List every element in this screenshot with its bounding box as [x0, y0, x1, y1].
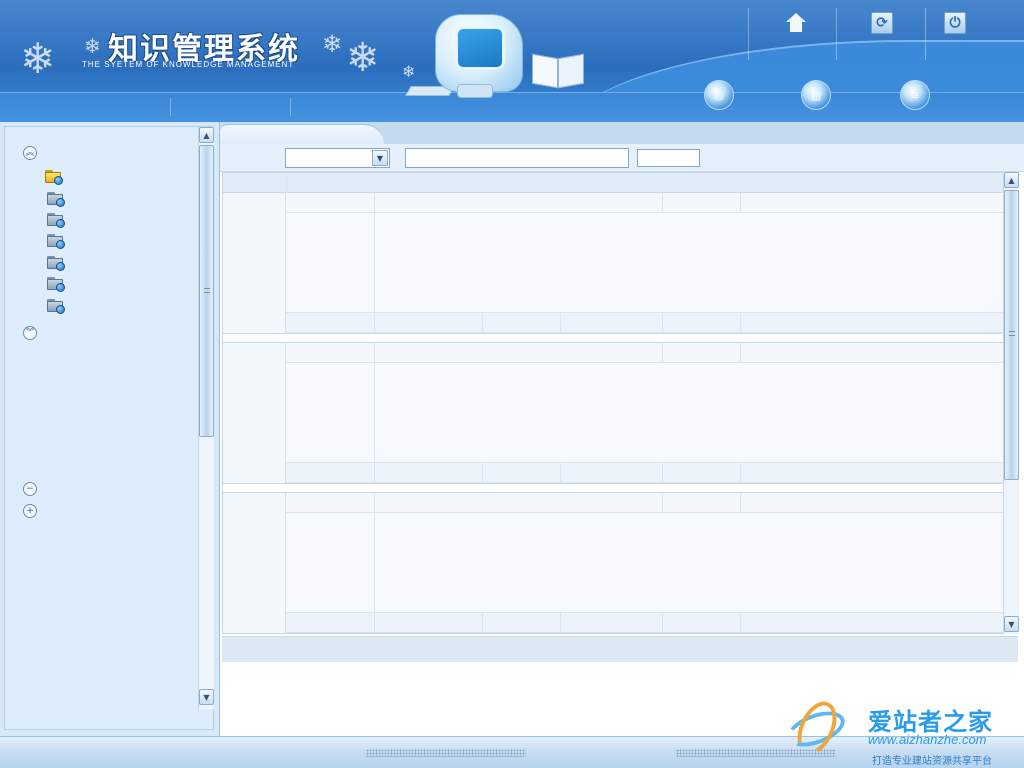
snowflake-icon: ❄: [20, 34, 56, 83]
record-footer-row: [286, 313, 1003, 333]
snowflake-icon: ❄: [402, 62, 416, 81]
tab-active[interactable]: [220, 124, 384, 144]
scroll-down-icon[interactable]: ▼: [1004, 616, 1019, 632]
footer-grip: [366, 749, 526, 757]
watermark-slogan: 打造专业建站资源共享平台: [872, 756, 992, 767]
snowflake-icon: ❄: [84, 34, 101, 58]
record-body: [286, 213, 1003, 313]
plus-icon[interactable]: +: [23, 504, 37, 518]
scroll-thumb[interactable]: [199, 145, 214, 437]
scroll-thumb[interactable]: [1004, 190, 1019, 480]
icon-divider: [925, 8, 926, 60]
scroll-up-icon[interactable]: ▲: [1004, 172, 1019, 188]
list-item: [223, 193, 1003, 333]
folder-icon[interactable]: [47, 233, 65, 249]
content-scrollbar[interactable]: ▲ ▼: [1003, 172, 1019, 634]
chevron-down-icon[interactable]: ▼: [372, 150, 388, 166]
header: ❄ ❄ ❄ ❄ ❄ 知识管理系统 THE SYETEM OF KNOWLEDGE…: [0, 0, 1024, 122]
tab-strip: [220, 122, 1024, 144]
sidebar-tree: ︽ ︾ − +: [4, 126, 214, 730]
record-header-row: [286, 493, 1003, 513]
scroll-down-icon[interactable]: ▼: [199, 689, 214, 705]
nav-divider: [290, 98, 291, 116]
record-body: [286, 513, 1003, 613]
record-separator: [223, 483, 1003, 493]
pager-bar: [222, 636, 1018, 662]
monitor-illustration: [425, 12, 525, 100]
double-chevron-down-icon[interactable]: ︾: [23, 326, 37, 340]
icon-divider: [748, 8, 749, 60]
watermark: 爱站者之家 www.aizhanzhe.com 打造专业建站资源共享平台: [782, 695, 1024, 768]
category-select[interactable]: ▼: [285, 148, 390, 168]
record-list: [222, 172, 1004, 634]
folder-icon[interactable]: [47, 255, 65, 271]
search-input[interactable]: [405, 148, 629, 168]
logout-icon[interactable]: ⏻: [944, 12, 966, 34]
refresh-icon[interactable]: ⟳: [871, 12, 893, 34]
main-content: ▼ ▲ ▼: [220, 122, 1024, 736]
folder-icon[interactable]: [47, 298, 65, 314]
snowflake-icon: ❄: [322, 30, 343, 58]
list-item: [223, 493, 1003, 633]
double-chevron-up-icon[interactable]: ︽: [23, 146, 37, 160]
library-icon[interactable]: ▥: [801, 80, 831, 110]
search-button[interactable]: [637, 149, 700, 167]
home-icon[interactable]: [785, 12, 807, 34]
minus-icon[interactable]: −: [23, 482, 37, 496]
app-subtitle: THE SYETEM OF KNOWLEDGE MANAGEMENT: [82, 60, 295, 69]
record-header-row: [286, 343, 1003, 363]
folder-icon[interactable]: [47, 191, 65, 207]
record-footer-row: [286, 613, 1003, 633]
watermark-logo-icon: [782, 695, 850, 761]
snowflake-icon: ❄: [346, 35, 380, 81]
sidebar-scrollbar[interactable]: ▲ ▼: [198, 127, 214, 709]
record-body: [286, 363, 1003, 463]
folder-open-icon[interactable]: [45, 169, 63, 185]
list-header: [223, 173, 1003, 193]
record-header-row: [286, 193, 1003, 213]
folder-icon[interactable]: [47, 212, 65, 228]
help-icon[interactable]: ≋: [900, 80, 930, 110]
book-illustration: [532, 53, 584, 90]
icon-divider: [836, 8, 837, 60]
nav-divider: [170, 98, 171, 116]
scroll-up-icon[interactable]: ▲: [199, 127, 214, 143]
list-item: [223, 343, 1003, 483]
search-toolbar: ▼: [220, 144, 1024, 172]
record-separator: [223, 333, 1003, 343]
network-icon[interactable]: ◎: [704, 80, 734, 110]
record-footer-row: [286, 463, 1003, 483]
sidebar: ︽ ︾ − + ▲ ▼: [0, 122, 220, 736]
watermark-url: www.aizhanzhe.com: [868, 732, 987, 747]
folder-icon[interactable]: [47, 276, 65, 292]
